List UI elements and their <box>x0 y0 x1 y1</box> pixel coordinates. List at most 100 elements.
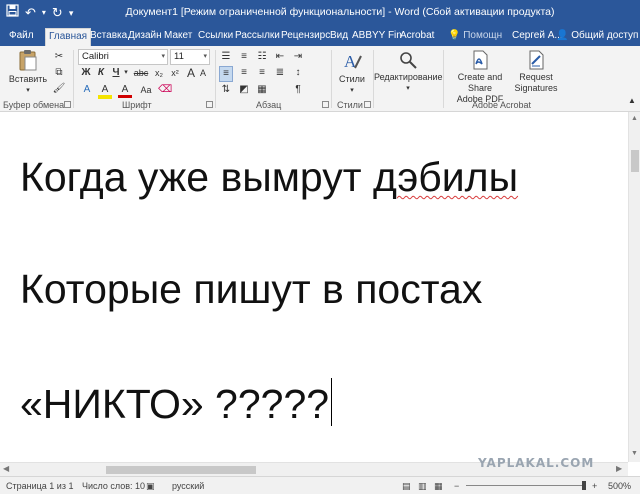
scroll-up-icon[interactable]: ▲ <box>631 115 638 122</box>
font-size-value: 11 <box>174 51 184 62</box>
paste-button[interactable]: Вставить ▾ <box>6 48 50 96</box>
highlight-button[interactable]: A <box>98 83 112 99</box>
italic-button[interactable]: К <box>95 66 107 82</box>
subscript-button[interactable]: x₂ <box>152 66 166 82</box>
signature-icon <box>529 50 544 70</box>
proofing-icon[interactable]: ▣ <box>146 481 155 492</box>
text-caret <box>331 378 333 426</box>
clipboard-icon <box>19 50 37 71</box>
paragraph-launcher-icon[interactable] <box>322 101 329 108</box>
align-center-icon[interactable]: ≡ <box>237 66 251 82</box>
magnifier-icon <box>400 52 417 69</box>
font-name-combo[interactable]: Calibri ▾ <box>78 49 168 65</box>
share-button[interactable]: 👤 Общий доступ <box>556 30 638 41</box>
word-count[interactable]: Число слов: 10 <box>82 481 145 491</box>
document-line-3-text: «НИКТО» ????? <box>20 381 330 427</box>
tab-home[interactable]: Главная <box>45 28 92 46</box>
font-group-label: Шрифт <box>122 100 152 110</box>
grow-font-button[interactable]: A <box>186 66 196 82</box>
clipboard-launcher-icon[interactable] <box>64 101 71 108</box>
styles-button[interactable]: A Стили ▾ <box>334 50 370 96</box>
borders-icon[interactable]: ▦ <box>255 83 269 99</box>
document-area[interactable]: Когда уже вымрут дэбилы Которые пишут в … <box>0 112 628 462</box>
copy-icon[interactable]: ⧉ <box>52 66 66 82</box>
font-color-button[interactable]: A <box>118 83 132 98</box>
font-launcher-icon[interactable] <box>206 101 213 108</box>
zoom-slider-handle[interactable] <box>582 481 586 490</box>
title-bar: ↶ ▾ ↻ ▾ Документ1 [Режим ограниченной фу… <box>0 0 640 26</box>
scroll-right-icon[interactable]: ▶ <box>616 464 622 473</box>
styles-launcher-icon[interactable] <box>364 101 371 108</box>
tab-references[interactable]: Ссылки <box>195 28 236 46</box>
zoom-slider[interactable] <box>466 485 586 486</box>
ribbon: Вставить ▾ ✂ ⧉ 🖌 Буфер обмена Calibri ▾ … <box>0 46 640 112</box>
shrink-font-button[interactable]: A <box>198 66 208 82</box>
zoom-out-icon[interactable]: − <box>454 481 459 491</box>
shading-icon[interactable]: ◩ <box>237 83 251 99</box>
clear-formatting-icon[interactable]: ⌫ <box>158 83 172 99</box>
paste-label: Вставить <box>8 74 48 84</box>
tell-me-box[interactable]: 💡 Помощн <box>448 30 502 41</box>
text-effects-button[interactable]: A <box>80 83 94 99</box>
document-line-1-text: Когда уже вымрут <box>20 154 373 200</box>
underline-button[interactable]: Ч <box>110 66 122 82</box>
document-line-3[interactable]: «НИКТО» ????? <box>20 378 333 428</box>
bold-button[interactable]: Ж <box>80 66 92 82</box>
decrease-indent-icon[interactable]: ⇤ <box>273 50 287 66</box>
collapse-ribbon-icon[interactable]: ▲ <box>626 94 638 110</box>
font-size-combo[interactable]: 11 ▾ <box>170 49 210 65</box>
chevron-down-icon: ▾ <box>406 85 410 92</box>
sort-icon[interactable]: ⇅ <box>219 83 233 99</box>
tab-mailings[interactable]: Рассылки <box>232 28 283 46</box>
tab-file[interactable]: Файл <box>6 28 37 46</box>
cut-icon[interactable]: ✂ <box>52 50 66 66</box>
scroll-down-icon[interactable]: ▼ <box>631 450 638 457</box>
align-left-icon[interactable]: ≡ <box>219 66 233 82</box>
document-line-2[interactable]: Которые пишут в постах <box>20 266 482 313</box>
language[interactable]: русский <box>172 481 204 491</box>
zoom-in-icon[interactable]: + <box>592 481 597 491</box>
tab-review[interactable]: Рецензирс <box>278 28 333 46</box>
scroll-left-icon[interactable]: ◀ <box>3 464 9 473</box>
justify-icon[interactable]: ≣ <box>273 66 287 82</box>
tab-layout[interactable]: Макет <box>161 28 195 46</box>
create-share-line1: Create and Share <box>457 72 503 93</box>
numbering-icon[interactable]: ≡ <box>237 50 251 66</box>
share-label: Общий доступ <box>571 30 639 41</box>
paragraph-group-label: Абзац <box>256 100 282 110</box>
misspelled-word[interactable]: дэбилы <box>373 154 518 200</box>
tab-design[interactable]: Дизайн <box>125 28 165 46</box>
format-painter-icon[interactable]: 🖌 <box>52 82 66 98</box>
request-line1: Request <box>519 72 553 82</box>
tab-acrobat[interactable]: Acrobat <box>397 28 437 46</box>
scroll-thumb[interactable] <box>106 466 256 474</box>
editing-button[interactable]: Редактирование ▾ <box>374 50 443 94</box>
styles-label: Стили <box>339 74 365 84</box>
multilevel-list-icon[interactable]: ☷ <box>255 50 269 66</box>
bullets-icon[interactable]: ☰ <box>219 50 233 66</box>
scroll-thumb[interactable] <box>631 150 639 172</box>
styles-group-label: Стили <box>337 100 363 110</box>
increase-indent-icon[interactable]: ⇥ <box>291 50 305 66</box>
request-signatures-button[interactable]: Request Signatures <box>514 50 558 94</box>
chevron-down-icon[interactable]: ▾ <box>122 66 130 82</box>
align-right-icon[interactable]: ≡ <box>255 66 269 82</box>
document-line-1[interactable]: Когда уже вымрут дэбилы <box>20 154 518 201</box>
chevron-down-icon: ▾ <box>26 87 30 94</box>
watermark: YAPLAKAL.COM <box>478 456 595 470</box>
zoom-level[interactable]: 500% <box>608 481 631 491</box>
pilcrow-icon[interactable]: ¶ <box>291 83 305 99</box>
read-mode-icon[interactable]: ▤ <box>402 481 411 492</box>
status-bar: Страница 1 из 1 Число слов: 10 ▣ русский… <box>0 476 640 494</box>
superscript-button[interactable]: x² <box>168 66 182 82</box>
tab-insert[interactable]: Вставка <box>87 28 130 46</box>
web-layout-icon[interactable]: ▦ <box>434 481 443 492</box>
line-spacing-icon[interactable]: ↕ <box>291 66 305 82</box>
vertical-scrollbar[interactable]: ▲ ▼ <box>628 112 640 462</box>
create-share-pdf-button[interactable]: Create and Share Adobe PDF <box>446 50 514 105</box>
page-count[interactable]: Страница 1 из 1 <box>6 481 73 491</box>
print-layout-icon[interactable]: ▥ <box>418 481 427 492</box>
change-case-button[interactable]: Aa <box>138 83 154 99</box>
strikethrough-button[interactable]: abc <box>132 66 150 82</box>
tab-view[interactable]: Вид <box>327 28 351 46</box>
